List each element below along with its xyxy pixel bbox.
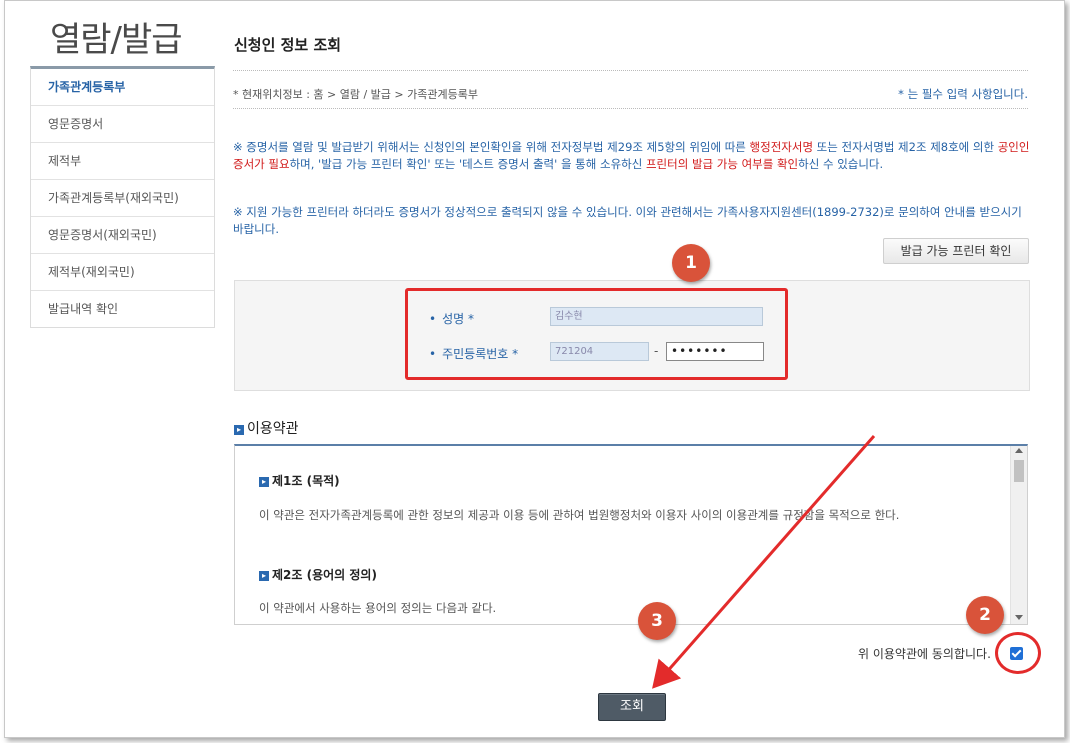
step-badge-2: 2 <box>966 596 1004 634</box>
sidebar-title: 열람/발급 <box>50 20 183 60</box>
sidebar-item-issue-history[interactable]: 발급내역 확인 <box>31 291 214 327</box>
step-badge-3: 3 <box>638 602 676 640</box>
arrow-right-icon: ▸ <box>259 477 269 487</box>
terms-article-2-title-text: 제2조 (용어의 정의) <box>272 568 377 582</box>
notice-text: 하며, '발급 가능 프린터 확인' 또는 '테스트 증명서 출력' 을 통해 … <box>289 157 646 171</box>
terms-article-2-title: ▸ 제2조 (용어의 정의) <box>259 566 377 583</box>
terms-article-1-text: 이 약관은 전자가족관계등록에 관한 정보의 제공과 이용 등에 관하여 법원행… <box>259 508 900 522</box>
notice-printer-support: ※ 지원 가능한 프린터라 하더라도 증명서가 정상적으로 출력되지 않을 수 … <box>233 205 1022 236</box>
divider <box>233 70 1028 71</box>
submit-button[interactable]: 조회 <box>598 693 666 721</box>
terms-article-1-title-text: 제1조 (목적) <box>272 474 340 488</box>
breadcrumb: * 현재위치정보 : 홈 > 열람 / 발급 > 가족관계등록부 <box>233 88 478 101</box>
sidebar-item-family-register-overseas[interactable]: 가족관계등록부(재외국민) <box>31 180 214 217</box>
terms-section-title-text: 이용약관 <box>247 421 299 437</box>
highlight-box-form <box>405 288 788 380</box>
scroll-up-icon[interactable] <box>1015 448 1023 453</box>
notice-text: 하신 수 있습니다. <box>798 157 884 171</box>
terms-article-1-title: ▸ 제1조 (목적) <box>259 472 340 489</box>
notice-text: ※ 증명서를 열람 및 발급받기 위해서는 신청인의 본인확인을 위해 전자정부… <box>233 140 750 154</box>
divider <box>233 108 1028 109</box>
terms-article-2-text: 이 약관에서 사용하는 용어의 정의는 다음과 같다. <box>259 601 497 615</box>
sidebar-item-family-register[interactable]: 가족관계등록부 <box>31 69 214 106</box>
highlight-circle-checkbox <box>995 632 1041 674</box>
terms-section-title: ▸ 이용약관 <box>234 418 299 438</box>
notice-certificate-requirement: ※ 증명서를 열람 및 발급받기 위해서는 신청인의 본인확인을 위해 전자정부… <box>233 139 1033 173</box>
scroll-down-icon[interactable] <box>1015 615 1023 620</box>
page-title: 신청인 정보 조회 <box>234 36 342 54</box>
arrow-right-icon: ▸ <box>234 425 244 435</box>
agree-terms-label[interactable]: 위 이용약관에 동의합니다. <box>858 645 991 662</box>
terms-scrollbar[interactable] <box>1010 446 1027 624</box>
sidebar-item-english-certificate[interactable]: 영문증명서 <box>31 106 214 143</box>
arrow-right-icon: ▸ <box>259 571 269 581</box>
sidebar-menu: 가족관계등록부 영문증명서 제적부 가족관계등록부(재외국민) 영문증명서(재외… <box>30 66 215 328</box>
step-badge-1: 1 <box>672 244 710 282</box>
notice-emphasis: 프린터의 발급 가능 여부를 확인 <box>645 157 799 171</box>
sidebar-item-english-certificate-overseas[interactable]: 영문증명서(재외국민) <box>31 217 214 254</box>
terms-box[interactable]: ▸ 제1조 (목적) 이 약관은 전자가족관계등록에 관한 정보의 제공과 이용 … <box>234 444 1028 625</box>
required-note: * 는 필수 입력 사항입니다. <box>898 87 1028 101</box>
notice-emphasis: 행정전자서명 <box>749 140 814 154</box>
scroll-thumb[interactable] <box>1014 460 1024 482</box>
sidebar-item-removed-register-overseas[interactable]: 제적부(재외국민) <box>31 254 214 291</box>
notice-text: 또는 전자서명법 제2조 제8호에 의한 <box>813 140 998 154</box>
sidebar-item-removed-register[interactable]: 제적부 <box>31 143 214 180</box>
check-printer-button[interactable]: 발급 가능 프린터 확인 <box>883 238 1029 264</box>
